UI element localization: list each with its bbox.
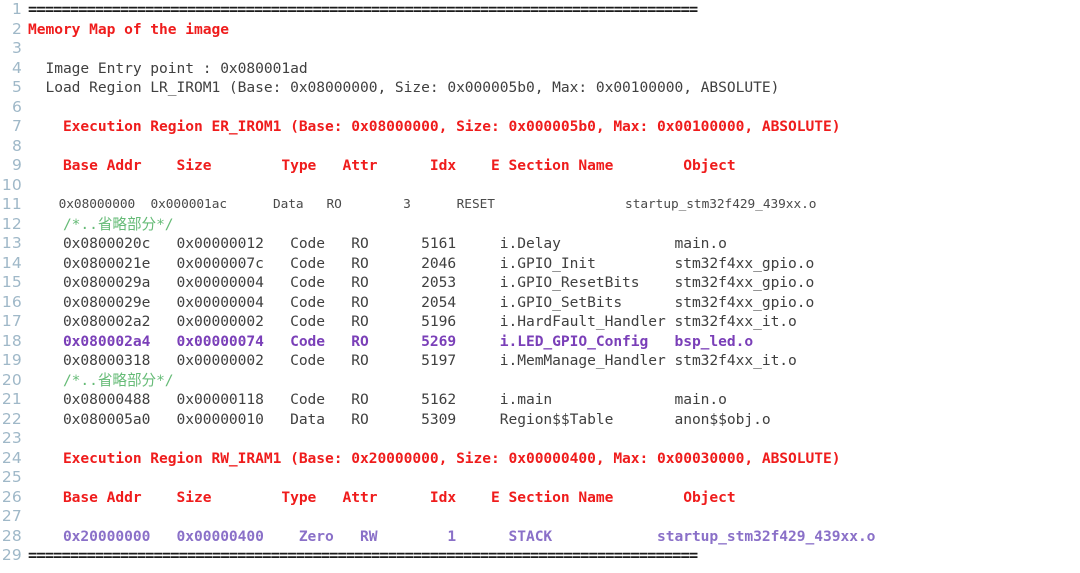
code-line[interactable]: 9 Base Addr Size Type Attr Idx E Section… <box>0 156 1080 176</box>
code-line[interactable]: 10 <box>0 176 1080 196</box>
code-line-text[interactable]: 0x08000000 0x000001ac Data RO 3 RESET st… <box>28 195 1080 215</box>
code-line[interactable]: 15 0x0800029a 0x00000004 Code RO 2053 i.… <box>0 273 1080 293</box>
code-line-text[interactable]: 0x0800021e 0x0000007c Code RO 2046 i.GPI… <box>28 254 1080 274</box>
line-number: 14 <box>1 253 22 272</box>
line-number: 9 <box>11 156 22 174</box>
line-number: 10 <box>1 175 22 194</box>
code-line-text[interactable]: /*..省略部分*/ <box>28 371 1080 391</box>
code-line[interactable]: 24 Execution Region RW_IRAM1 (Base: 0x20… <box>0 449 1080 469</box>
code-line[interactable]: 23 <box>0 429 1080 449</box>
code-line-text[interactable]: ========================================… <box>28 546 1080 566</box>
code-line[interactable]: 6 <box>0 98 1080 118</box>
code-line-text[interactable]: 0x080002a2 0x00000002 Code RO 5196 i.Har… <box>28 312 1080 332</box>
code-line-text[interactable]: Image Entry point : 0x080001ad <box>28 59 1080 79</box>
code-line-text[interactable]: Execution Region ER_IROM1 (Base: 0x08000… <box>28 117 1080 137</box>
code-line[interactable]: 8 <box>0 137 1080 157</box>
line-number: 12 <box>1 214 22 233</box>
code-line[interactable]: 1 =======================================… <box>0 0 1080 20</box>
code-line[interactable]: 28 0x20000000 0x00000400 Zero RW 1 STACK… <box>0 527 1080 547</box>
line-number: 21 <box>1 390 22 408</box>
code-line-text[interactable]: Base Addr Size Type Attr Idx E Section N… <box>28 488 1080 508</box>
line-number: 20 <box>1 370 22 389</box>
code-line[interactable]: 21 0x08000488 0x00000118 Code RO 5162 i.… <box>0 390 1080 410</box>
line-number: 28 <box>1 526 22 545</box>
line-number: 2 <box>11 19 22 38</box>
code-line[interactable]: 7 Execution Region ER_IROM1 (Base: 0x080… <box>0 117 1080 137</box>
line-number: 11 <box>1 195 22 213</box>
code-line-text[interactable]: Base Addr Size Type Attr Idx E Section N… <box>28 156 1080 176</box>
code-line[interactable]: 12 /*..省略部分*/ <box>0 215 1080 235</box>
line-number: 17 <box>1 312 22 330</box>
code-line[interactable]: 11 0x08000000 0x000001ac Data RO 3 RESET… <box>0 195 1080 215</box>
code-line-text[interactable]: ========================================… <box>28 0 1080 20</box>
code-line-text[interactable]: 0x08000318 0x00000002 Code RO 5197 i.Mem… <box>28 351 1080 371</box>
code-line-text[interactable]: 0x080005a0 0x00000010 Data RO 5309 Regio… <box>28 410 1080 430</box>
code-line-text[interactable]: Memory Map of the image <box>28 20 1080 40</box>
code-line-text[interactable]: 0x20000000 0x00000400 Zero RW 1 STACK st… <box>28 527 1080 547</box>
code-line[interactable]: 5 Load Region LR_IROM1 (Base: 0x08000000… <box>0 78 1080 98</box>
code-line[interactable]: 3 <box>0 39 1080 59</box>
code-line[interactable]: 26 Base Addr Size Type Attr Idx E Sectio… <box>0 488 1080 508</box>
code-line-text[interactable]: 0x0800020c 0x00000012 Code RO 5161 i.Del… <box>28 234 1080 254</box>
line-number: 29 <box>1 546 22 564</box>
code-line[interactable]: 17 0x080002a2 0x00000002 Code RO 5196 i.… <box>0 312 1080 332</box>
line-number: 5 <box>11 78 22 96</box>
code-line-text[interactable]: 0x0800029a 0x00000004 Code RO 2053 i.GPI… <box>28 273 1080 293</box>
line-number: 27 <box>1 507 22 525</box>
line-number: 13 <box>1 234 22 252</box>
code-line[interactable]: 25 <box>0 468 1080 488</box>
code-line-text[interactable]: Load Region LR_IROM1 (Base: 0x08000000, … <box>28 78 1080 98</box>
code-line-text[interactable]: Execution Region RW_IRAM1 (Base: 0x20000… <box>28 449 1080 469</box>
line-number: 26 <box>1 487 22 506</box>
line-number: 24 <box>1 448 22 467</box>
code-line-text[interactable]: 0x080002a4 0x00000074 Code RO 5269 i.LED… <box>28 332 1080 352</box>
code-line[interactable]: 29 ======================================… <box>0 546 1080 566</box>
line-number: 7 <box>11 117 22 135</box>
line-number: 23 <box>1 429 22 447</box>
code-line-text[interactable]: 0x0800029e 0x00000004 Code RO 2054 i.GPI… <box>28 293 1080 313</box>
line-number: 19 <box>1 351 22 369</box>
line-number: 4 <box>11 58 22 77</box>
code-line[interactable]: 22 0x080005a0 0x00000010 Data RO 5309 Re… <box>0 410 1080 430</box>
code-line[interactable]: 27 <box>0 507 1080 527</box>
line-number: 22 <box>1 409 22 428</box>
code-line-text[interactable]: 0x08000488 0x00000118 Code RO 5162 i.mai… <box>28 390 1080 410</box>
code-line[interactable]: 20 /*..省略部分*/ <box>0 371 1080 391</box>
code-line[interactable]: 14 0x0800021e 0x0000007c Code RO 2046 i.… <box>0 254 1080 274</box>
line-number: 16 <box>1 292 22 311</box>
line-number: 25 <box>1 468 22 486</box>
line-number: 6 <box>11 97 22 116</box>
line-number: 1 <box>11 0 22 18</box>
line-number: 18 <box>1 331 22 350</box>
code-line-text[interactable]: /*..省略部分*/ <box>28 215 1080 235</box>
line-number: 15 <box>1 273 22 291</box>
line-number: 3 <box>11 39 22 57</box>
line-number: 8 <box>11 136 22 155</box>
code-line[interactable]: 13 0x0800020c 0x00000012 Code RO 5161 i.… <box>0 234 1080 254</box>
code-line[interactable]: 16 0x0800029e 0x00000004 Code RO 2054 i.… <box>0 293 1080 313</box>
code-line[interactable]: 4 Image Entry point : 0x080001ad <box>0 59 1080 79</box>
code-listing: 1 =======================================… <box>0 0 1080 573</box>
code-line[interactable]: 18 0x080002a4 0x00000074 Code RO 5269 i.… <box>0 332 1080 352</box>
code-line[interactable]: 2 Memory Map of the image <box>0 20 1080 40</box>
code-line[interactable]: 19 0x08000318 0x00000002 Code RO 5197 i.… <box>0 351 1080 371</box>
